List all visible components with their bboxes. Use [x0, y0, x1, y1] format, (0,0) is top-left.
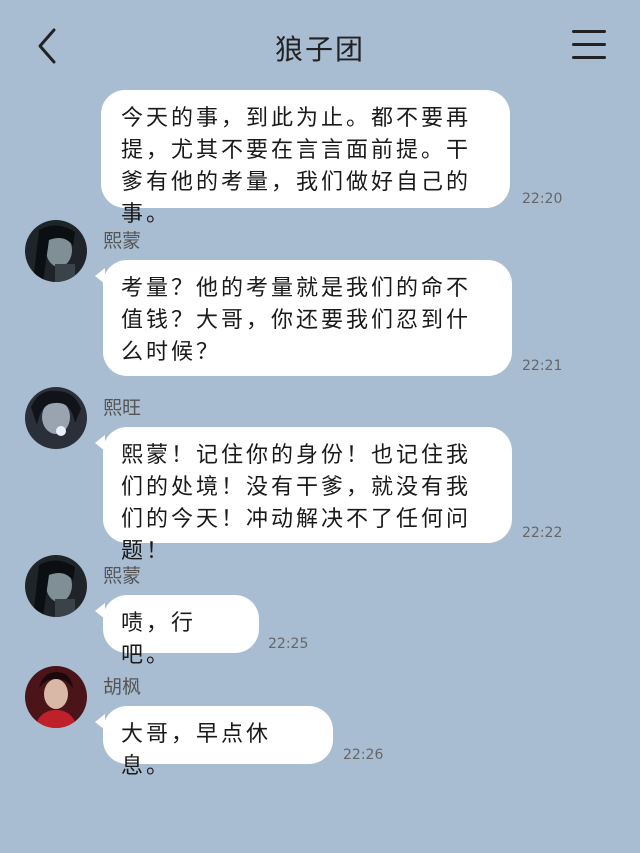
avatar-photo — [25, 666, 87, 728]
chat-title: 狼子团 — [274, 33, 365, 66]
avatar[interactable] — [25, 555, 87, 617]
message-text: 啧，行吧。 — [121, 611, 197, 668]
message-time: 22:22 — [522, 525, 563, 541]
sender-name: 胡枫 — [103, 676, 142, 698]
message-text: 今天的事，到此为止。都不要再提，尤其不要在言言面前提。干爹有他的考量，我们做好自… — [121, 106, 472, 227]
message-bubble[interactable]: 考量？他的考量就是我们的命不值钱？大哥，你还要我们忍到什么时候？ — [95, 260, 512, 376]
message-text: 考量？他的考量就是我们的命不值钱？大哥，你还要我们忍到什么时候？ — [121, 276, 472, 365]
avatar[interactable] — [25, 220, 87, 282]
message-bubble[interactable]: 熙蒙！记住你的身份！也记住我们的处境！没有干爹，就没有我们的今天！冲动解决不了任… — [95, 427, 512, 564]
message-time: 22:20 — [522, 191, 563, 207]
bubble-tail — [95, 603, 105, 619]
avatar-photo — [25, 220, 87, 282]
menu-button[interactable] — [572, 28, 608, 62]
avatar[interactable] — [25, 666, 87, 728]
bubble-tail — [95, 714, 105, 730]
message-time: 22:21 — [522, 358, 563, 374]
avatar[interactable] — [25, 387, 87, 449]
bubble-tail — [95, 435, 105, 451]
sender-name: 熙旺 — [103, 397, 142, 419]
message-bubble[interactable]: 啧，行吧。 — [95, 595, 259, 668]
message-bubble[interactable]: 今天的事，到此为止。都不要再提，尤其不要在言言面前提。干爹有他的考量，我们做好自… — [101, 90, 510, 227]
avatar-photo — [25, 387, 87, 449]
message-bubble[interactable]: 大哥，早点休息。 — [95, 706, 333, 779]
bubble-tail — [95, 268, 105, 284]
sender-name: 熙蒙 — [103, 565, 142, 587]
message-time: 22:25 — [268, 636, 309, 652]
chat-screen: 狼子团 今天的事，到此为止。都不要再提，尤其不要在言言面前提。干爹有他的考量，我… — [0, 0, 640, 853]
message-text: 熙蒙！记住你的身份！也记住我们的处境！没有干爹，就没有我们的今天！冲动解决不了任… — [121, 443, 472, 564]
avatar-photo — [25, 555, 87, 617]
sender-name: 熙蒙 — [103, 230, 142, 252]
message-time: 22:26 — [343, 747, 384, 763]
chat-header: 狼子团 — [0, 0, 640, 92]
message-text: 大哥，早点休息。 — [121, 722, 272, 779]
